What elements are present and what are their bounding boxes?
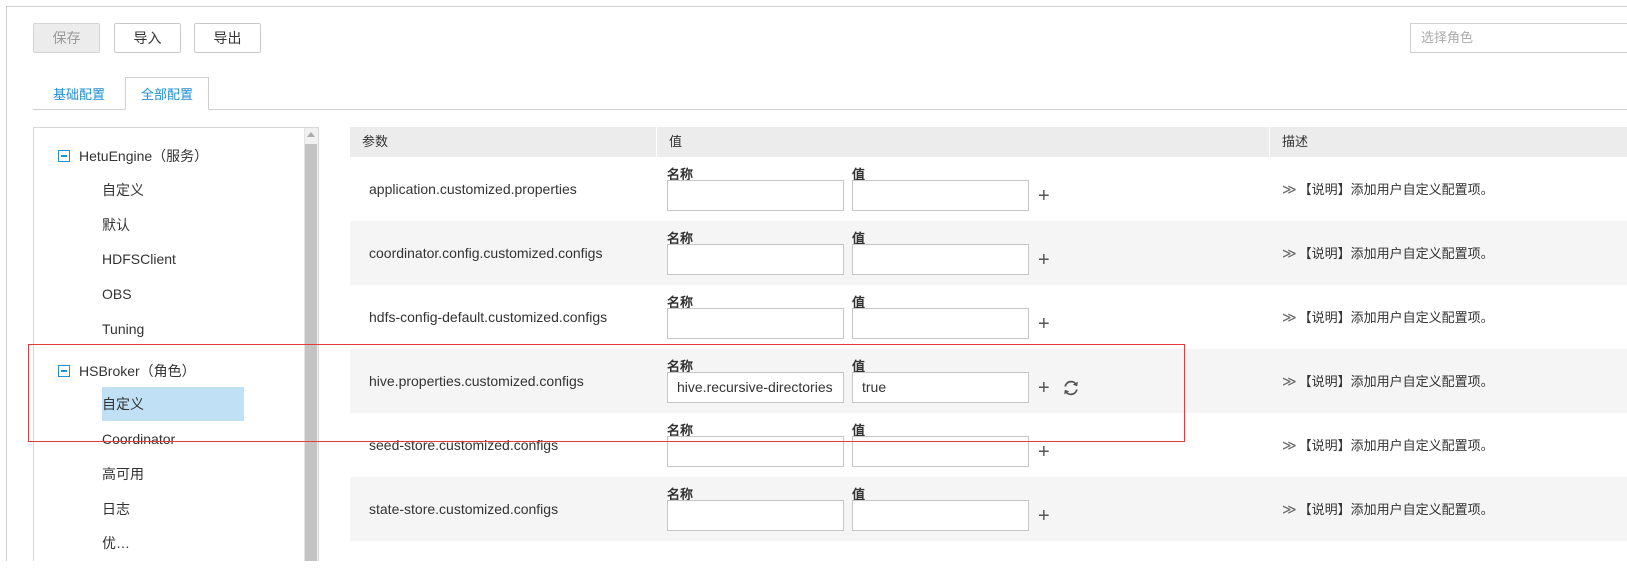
table-row: seed-store.customized.configs 名称 值 + ≫ 【说…: [350, 413, 1627, 477]
name-input[interactable]: [667, 244, 844, 275]
value-input[interactable]: [852, 180, 1029, 211]
value-input[interactable]: [852, 500, 1029, 531]
description-text: 【说明】添加用户自定义配置项。: [1298, 502, 1494, 517]
tree-item-hdfsclient[interactable]: HDFSClient: [102, 242, 176, 276]
tree-item-hsbroker-custom[interactable]: 自定义: [102, 387, 244, 421]
expand-icon[interactable]: ≫: [1282, 181, 1297, 197]
refresh-icon[interactable]: [1062, 379, 1080, 397]
tree-item-high-availability[interactable]: 高可用: [102, 457, 144, 491]
expand-icon[interactable]: ≫: [1282, 437, 1297, 453]
value-input[interactable]: true: [852, 372, 1029, 403]
expand-icon[interactable]: ≫: [1282, 373, 1297, 389]
tree-item-log[interactable]: 日志: [102, 492, 130, 526]
tree-item-default[interactable]: 默认: [102, 208, 130, 242]
column-header-desc: 描述: [1270, 127, 1627, 157]
tree-group-hsbroker[interactable]: HSBroker（角色）: [58, 361, 196, 381]
collapse-icon[interactable]: [58, 365, 70, 377]
tree-item-custom[interactable]: 自定义: [102, 173, 144, 207]
expand-icon[interactable]: ≫: [1282, 309, 1297, 325]
tab-basic-config[interactable]: 基础配置: [33, 77, 125, 110]
table-row: application.customized.properties 名称 值 +…: [350, 157, 1627, 221]
table-row: coordinator.config.customized.configs 名称…: [350, 221, 1627, 285]
add-icon[interactable]: +: [1038, 250, 1050, 270]
table-row: state-store.customized.configs 名称 值 + ≫ 【…: [350, 477, 1627, 541]
tree-group-label: HetuEngine（服务）: [79, 148, 209, 164]
description-text: 【说明】添加用户自定义配置项。: [1298, 438, 1494, 453]
import-button[interactable]: 导入: [114, 23, 181, 53]
add-icon[interactable]: +: [1038, 314, 1050, 334]
tree-scrollbar[interactable]: [304, 128, 318, 561]
column-header-param: 参数: [350, 127, 657, 157]
config-grid: 参数 值 描述 application.customized.propertie…: [350, 127, 1627, 561]
description: ≫ 【说明】添加用户自定义配置项。: [1282, 477, 1494, 541]
param-name: seed-store.customized.configs: [369, 437, 559, 453]
add-icon[interactable]: +: [1038, 506, 1050, 526]
tree-group-label: HSBroker（角色）: [79, 363, 196, 379]
table-row: hive.properties.customized.configs 名称 值 …: [350, 349, 1627, 413]
tree-item-more[interactable]: 优…: [102, 526, 130, 560]
description: ≫ 【说明】添加用户自定义配置项。: [1282, 221, 1494, 285]
scrollbar-thumb[interactable]: [305, 144, 317, 561]
export-button[interactable]: 导出: [194, 23, 261, 53]
config-page: 保存 导入 导出 选择角色 基础配置 全部配置 HetuEngine（服务） 自…: [6, 6, 1627, 561]
param-name: hdfs-config-default.customized.configs: [369, 309, 608, 325]
description-text: 【说明】添加用户自定义配置项。: [1298, 310, 1494, 325]
add-icon[interactable]: +: [1038, 442, 1050, 462]
name-input[interactable]: hive.recursive-directories: [667, 372, 844, 403]
param-name: state-store.customized.configs: [369, 501, 559, 517]
role-select[interactable]: 选择角色: [1410, 23, 1627, 53]
column-header-value: 值: [657, 127, 1270, 157]
value-input[interactable]: [852, 436, 1029, 467]
save-button[interactable]: 保存: [33, 23, 100, 53]
name-input[interactable]: [667, 500, 844, 531]
description: ≫ 【说明】添加用户自定义配置项。: [1282, 413, 1494, 477]
scroll-up-arrow-icon[interactable]: [307, 132, 315, 137]
name-input[interactable]: [667, 180, 844, 211]
add-icon[interactable]: +: [1038, 186, 1050, 206]
param-name: hive.properties.customized.configs: [369, 373, 584, 389]
expand-icon[interactable]: ≫: [1282, 245, 1297, 261]
expand-icon[interactable]: ≫: [1282, 501, 1297, 517]
table-row: hdfs-config-default.customized.configs 名…: [350, 285, 1627, 349]
add-icon[interactable]: +: [1038, 378, 1050, 398]
tree-item-tuning[interactable]: Tuning: [102, 312, 144, 346]
description: ≫ 【说明】添加用户自定义配置项。: [1282, 285, 1494, 349]
description-text: 【说明】添加用户自定义配置项。: [1298, 246, 1494, 261]
name-input[interactable]: [667, 436, 844, 467]
description: ≫ 【说明】添加用户自定义配置项。: [1282, 157, 1494, 221]
param-name: application.customized.properties: [369, 181, 577, 197]
description: ≫ 【说明】添加用户自定义配置项。: [1282, 349, 1494, 413]
config-tree: HetuEngine（服务） 自定义 默认 HDFSClient OBS Tun…: [33, 127, 319, 561]
param-name: coordinator.config.customized.configs: [369, 245, 603, 261]
tab-all-config[interactable]: 全部配置: [125, 77, 209, 110]
value-input[interactable]: [852, 244, 1029, 275]
tree-group-hetuengine[interactable]: HetuEngine（服务）: [58, 146, 208, 166]
tabs-divider: [33, 109, 1627, 110]
collapse-icon[interactable]: [58, 150, 70, 162]
tree-item-coordinator[interactable]: Coordinator: [102, 422, 175, 456]
description-text: 【说明】添加用户自定义配置项。: [1298, 182, 1494, 197]
value-input[interactable]: [852, 308, 1029, 339]
description-text: 【说明】添加用户自定义配置项。: [1298, 374, 1494, 389]
tree-item-obs[interactable]: OBS: [102, 277, 132, 311]
name-input[interactable]: [667, 308, 844, 339]
